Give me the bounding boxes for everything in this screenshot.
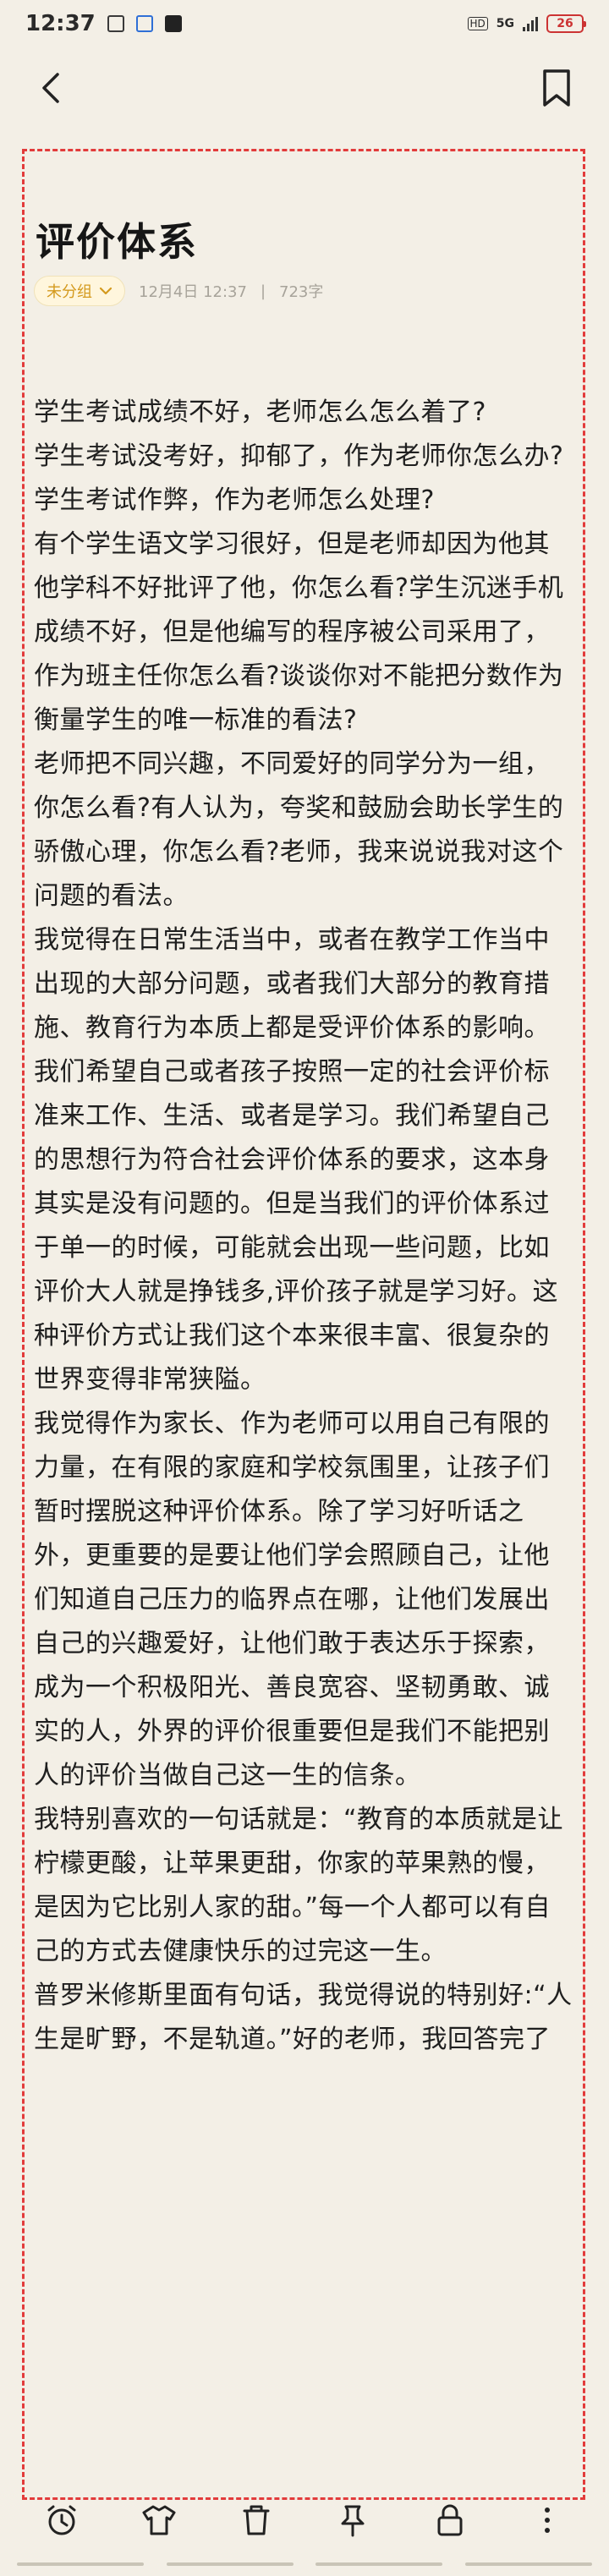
theme-button[interactable] (137, 2498, 181, 2542)
home-indicator-segment (464, 2562, 592, 2566)
battery-level: 26 (557, 17, 573, 30)
paragraph: 学生考试成绩不好，老师怎么怎么着了? (34, 397, 486, 427)
paragraph: 我特别喜欢的一句话就是：“教育的本质就是让柠檬更酸，让苹果更甜，你家的苹果熟的慢… (34, 1805, 564, 1966)
chevron-down-icon (99, 287, 112, 295)
paragraph: 我觉得作为家长、作为老师可以用自己有限的力量，在有限的家庭和学校氛围里，让孩子们… (34, 1409, 550, 1790)
note-meta: 未分组 12月4日 12:37 | 723字 (34, 276, 323, 306)
hd-indicator: HD (467, 17, 488, 30)
battery-icon: 26 (546, 14, 586, 33)
home-indicator (0, 2562, 609, 2576)
chevron-left-icon (42, 73, 59, 103)
delete-button[interactable] (234, 2498, 278, 2542)
pin-button[interactable] (331, 2498, 375, 2542)
paragraph: 我觉得在日常生活当中，或者在教学工作当中出现的大部分问题，或者我们大部分的教育措… (34, 925, 559, 1395)
more-button[interactable] (525, 2498, 569, 2542)
status-right: HD 5G 26 (467, 14, 586, 33)
notification-icon (107, 15, 124, 32)
paragraph: 老师把不同兴趣，不同爱好的同学分为一组，你怎么看?有人认为，夸奖和鼓励会助长学生… (34, 749, 564, 911)
more-icon (544, 2507, 550, 2533)
home-indicator-segment (315, 2562, 443, 2566)
home-indicator-segment (166, 2562, 294, 2566)
lock-icon (437, 2504, 463, 2536)
back-button[interactable] (34, 69, 71, 107)
signal-icon (523, 16, 538, 31)
meta-separator: | (260, 282, 266, 300)
tiktok-icon (164, 15, 182, 32)
tshirt-icon (142, 2505, 176, 2535)
paragraph: 学生考试作弊，作为老师怎么处理? (34, 485, 435, 515)
note-date: 12月4日 12:37 (139, 283, 247, 301)
network-type: 5G (496, 17, 514, 30)
trash-icon (243, 2505, 270, 2535)
pin-icon (341, 2505, 365, 2537)
status-bar: 12:37 HD 5G 26 (0, 0, 609, 47)
paragraph: 有个学生语文学习很好，但是老师却因为他其他学科不好批评了他，你怎么看?学生沉迷手… (34, 529, 564, 735)
note-body[interactable]: 学生考试成绩不好，老师怎么怎么着了? 学生考试没考好，抑郁了，作为老师你怎么办?… (34, 391, 575, 2062)
top-nav (0, 54, 609, 122)
bookmark-icon (543, 69, 570, 107)
alarm-clock-icon (47, 2505, 76, 2535)
lock-button[interactable] (428, 2498, 472, 2542)
status-time: 12:37 (25, 11, 96, 36)
word-count: 723字 (279, 283, 324, 301)
note-title[interactable]: 评价体系 (36, 211, 198, 267)
paragraph: 普罗米修斯里面有句话，我觉得说的特别好:“人生是旷野，不是轨道。”好的老师，我回… (34, 1981, 573, 2054)
paragraph: 学生考试没考好，抑郁了，作为老师你怎么办? (34, 441, 564, 471)
home-indicator-segment (17, 2562, 144, 2566)
category-label: 未分组 (47, 283, 92, 301)
reminder-button[interactable] (40, 2498, 84, 2542)
bottom-toolbar (0, 2486, 609, 2554)
bookmark-button[interactable] (538, 68, 575, 108)
app-notification-icon (135, 15, 153, 32)
note-page: 12:37 HD 5G 26 评价体系 未分组 12月4日 12:37 | 72… (0, 0, 609, 2576)
category-dropdown[interactable]: 未分组 (34, 276, 125, 306)
status-left: 12:37 (25, 11, 182, 36)
